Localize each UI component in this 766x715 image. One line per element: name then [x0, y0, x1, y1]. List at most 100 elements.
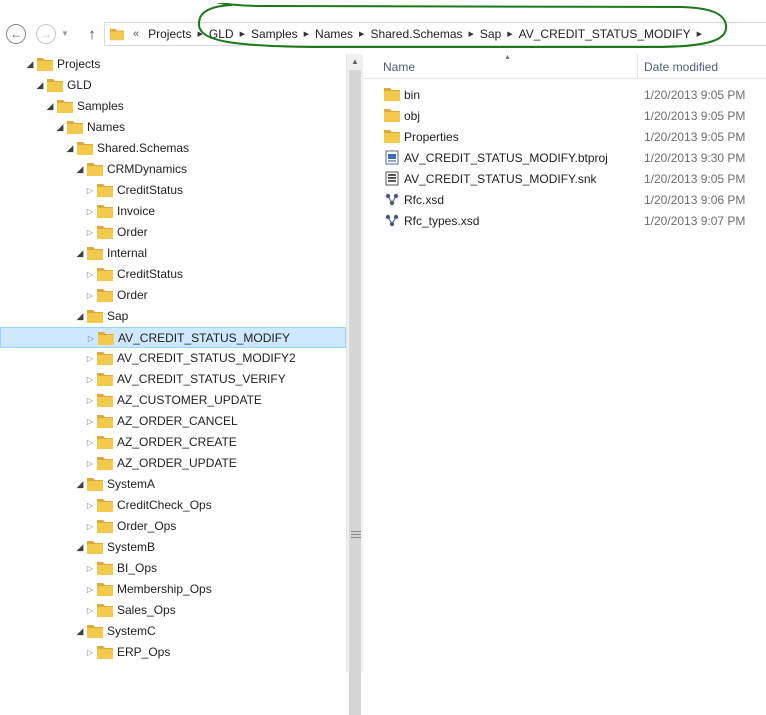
- recent-locations-chevron-icon[interactable]: ▼: [61, 29, 69, 38]
- folder-icon: [98, 331, 114, 345]
- column-name[interactable]: Name: [383, 60, 415, 74]
- folder-icon: [57, 99, 73, 113]
- expand-arrow-icon[interactable]: ▷: [85, 437, 95, 447]
- collapse-arrow-icon[interactable]: ◢: [75, 248, 85, 258]
- scroll-up-arrow-icon[interactable]: ▲: [351, 57, 359, 66]
- forward-button[interactable]: →: [36, 24, 56, 44]
- tree-item-label: Order: [117, 288, 148, 302]
- tree-item[interactable]: ◢ Sap: [0, 306, 346, 327]
- file-row[interactable]: Rfc.xsd 1/20/2013 9:06 PM: [363, 189, 766, 210]
- expand-arrow-icon[interactable]: ▷: [85, 290, 95, 300]
- tree-item[interactable]: ◢ Shared.Schemas: [0, 138, 346, 159]
- tree-item[interactable]: ◢ CRMDynamics: [0, 159, 346, 180]
- breadcrumb-separator-icon[interactable]: ▶: [196, 30, 203, 38]
- tree-item[interactable]: ▷ AZ_ORDER_CANCEL: [0, 411, 346, 432]
- tree-item[interactable]: ▷ AZ_ORDER_UPDATE: [0, 453, 346, 474]
- tree-item[interactable]: ▷ Order: [0, 222, 346, 243]
- expand-arrow-icon[interactable]: ▷: [85, 206, 95, 216]
- tree-item-label: SystemC: [107, 624, 156, 638]
- tree-item[interactable]: ◢ Internal: [0, 243, 346, 264]
- tree-item[interactable]: ◢ SystemB: [0, 537, 346, 558]
- collapse-arrow-icon[interactable]: ◢: [55, 122, 65, 132]
- expand-arrow-icon[interactable]: ▷: [85, 500, 95, 510]
- file-row[interactable]: obj 1/20/2013 9:05 PM: [363, 105, 766, 126]
- expand-arrow-icon[interactable]: ▷: [85, 521, 95, 531]
- breadcrumb-item[interactable]: Names: [310, 27, 358, 41]
- tree-item-label: Shared.Schemas: [97, 141, 190, 155]
- tree-item[interactable]: ▷ Invoice: [0, 201, 346, 222]
- tree-item[interactable]: ◢ Projects: [0, 54, 346, 75]
- file-row[interactable]: AV_CREDIT_STATUS_MODIFY.snk 1/20/2013 9:0…: [363, 168, 766, 189]
- tree-item[interactable]: ▷ Sales_Ops: [0, 600, 346, 621]
- collapse-arrow-icon[interactable]: ◢: [25, 59, 35, 69]
- collapse-arrow-icon[interactable]: ◢: [75, 311, 85, 321]
- breadcrumb-item[interactable]: GLD: [204, 27, 239, 41]
- collapse-arrow-icon[interactable]: ◢: [45, 101, 55, 111]
- expand-arrow-icon[interactable]: ▷: [85, 185, 95, 195]
- tree-item[interactable]: ▷ BI_Ops: [0, 558, 346, 579]
- back-button[interactable]: ←: [6, 24, 26, 44]
- address-bar[interactable]: « Projects ▶ GLD ▶ Samples ▶ Names ▶ Shared.Sche…: [104, 22, 766, 46]
- breadcrumb-separator-icon[interactable]: ▶: [696, 30, 703, 38]
- breadcrumb-separator-icon[interactable]: ▶: [468, 30, 475, 38]
- expand-arrow-icon[interactable]: ▷: [85, 563, 95, 573]
- tree-item[interactable]: ▷ CreditStatus: [0, 180, 346, 201]
- tree-item[interactable]: ▷ AZ_ORDER_CREATE: [0, 432, 346, 453]
- expand-arrow-icon[interactable]: ▷: [85, 374, 95, 384]
- file-row[interactable]: AV_CREDIT_STATUS_MODIFY.btproj 1/20/2013 …: [363, 147, 766, 168]
- tree-scrollbar[interactable]: ▲ — — —: [346, 54, 363, 715]
- folder-icon: [97, 267, 113, 281]
- expand-arrow-icon[interactable]: ▷: [85, 584, 95, 594]
- tree-item-label: SystemB: [107, 540, 156, 554]
- overflow-chevron[interactable]: «: [127, 28, 143, 40]
- expand-arrow-icon[interactable]: ▷: [85, 416, 95, 426]
- breadcrumb-separator-icon[interactable]: ▶: [239, 30, 246, 38]
- expand-arrow-icon[interactable]: ▷: [85, 269, 95, 279]
- tree-item[interactable]: ▷ Order_Ops: [0, 516, 346, 537]
- back-arrow-icon: ←: [10, 27, 22, 41]
- collapse-arrow-icon[interactable]: ◢: [75, 479, 85, 489]
- expand-arrow-icon[interactable]: ▷: [85, 605, 95, 615]
- tree-item[interactable]: ▷ AV_CREDIT_STATUS_MODIFY: [0, 327, 346, 348]
- expand-arrow-icon[interactable]: ▷: [85, 395, 95, 405]
- tree-item[interactable]: ▷ AV_CREDIT_STATUS_MODIFY2: [0, 348, 346, 369]
- breadcrumb-separator-icon[interactable]: ▶: [303, 30, 310, 38]
- tree-item[interactable]: ▷ CreditStatus: [0, 264, 346, 285]
- column-divider[interactable]: [637, 54, 638, 78]
- collapse-arrow-icon[interactable]: ◢: [75, 164, 85, 174]
- expand-arrow-icon[interactable]: ▷: [85, 353, 95, 363]
- scrollbar-thumb[interactable]: [349, 70, 361, 715]
- tree-item[interactable]: ▷ AV_CREDIT_STATUS_VERIFY: [0, 369, 346, 390]
- file-row[interactable]: bin 1/20/2013 9:05 PM: [363, 84, 766, 105]
- expand-arrow-icon[interactable]: ▷: [85, 227, 95, 237]
- expand-arrow-icon[interactable]: ▷: [85, 458, 95, 468]
- tree-item[interactable]: ◢ Names: [0, 117, 346, 138]
- tree-item[interactable]: ◢ GLD: [0, 75, 346, 96]
- column-date-modified[interactable]: Date modified: [644, 60, 718, 74]
- collapse-arrow-icon[interactable]: ◢: [75, 626, 85, 636]
- collapse-arrow-icon[interactable]: ◢: [35, 80, 45, 90]
- file-row[interactable]: Rfc_types.xsd 1/20/2013 9:07 PM: [363, 210, 766, 231]
- breadcrumb-item[interactable]: Shared.Schemas: [365, 27, 467, 41]
- tree-item[interactable]: ◢ SystemC: [0, 621, 346, 642]
- expand-arrow-icon[interactable]: ▷: [86, 333, 96, 343]
- collapse-arrow-icon[interactable]: ◢: [65, 143, 75, 153]
- breadcrumb-item[interactable]: AV_CREDIT_STATUS_MODIFY: [514, 27, 696, 41]
- expand-arrow-icon[interactable]: ▷: [85, 647, 95, 657]
- collapse-arrow-icon[interactable]: ◢: [75, 542, 85, 552]
- breadcrumb-separator-icon[interactable]: ▶: [506, 30, 513, 38]
- up-button[interactable]: ↑: [84, 24, 100, 44]
- folder-icon: [87, 246, 103, 260]
- breadcrumb-item[interactable]: Sap: [475, 27, 506, 41]
- breadcrumb-separator-icon[interactable]: ▶: [358, 30, 365, 38]
- breadcrumb-item[interactable]: Projects: [143, 27, 196, 41]
- tree-item[interactable]: ◢ SystemA: [0, 474, 346, 495]
- tree-item[interactable]: ▷ Order: [0, 285, 346, 306]
- tree-item[interactable]: ▷ ERP_Ops: [0, 642, 346, 663]
- tree-item[interactable]: ▷ CreditCheck_Ops: [0, 495, 346, 516]
- tree-item[interactable]: ◢ Samples: [0, 96, 346, 117]
- tree-item[interactable]: ▷ AZ_CUSTOMER_UPDATE: [0, 390, 346, 411]
- file-row[interactable]: Properties 1/20/2013 9:05 PM: [363, 126, 766, 147]
- breadcrumb-item[interactable]: Samples: [246, 27, 303, 41]
- tree-item[interactable]: ▷ Membership_Ops: [0, 579, 346, 600]
